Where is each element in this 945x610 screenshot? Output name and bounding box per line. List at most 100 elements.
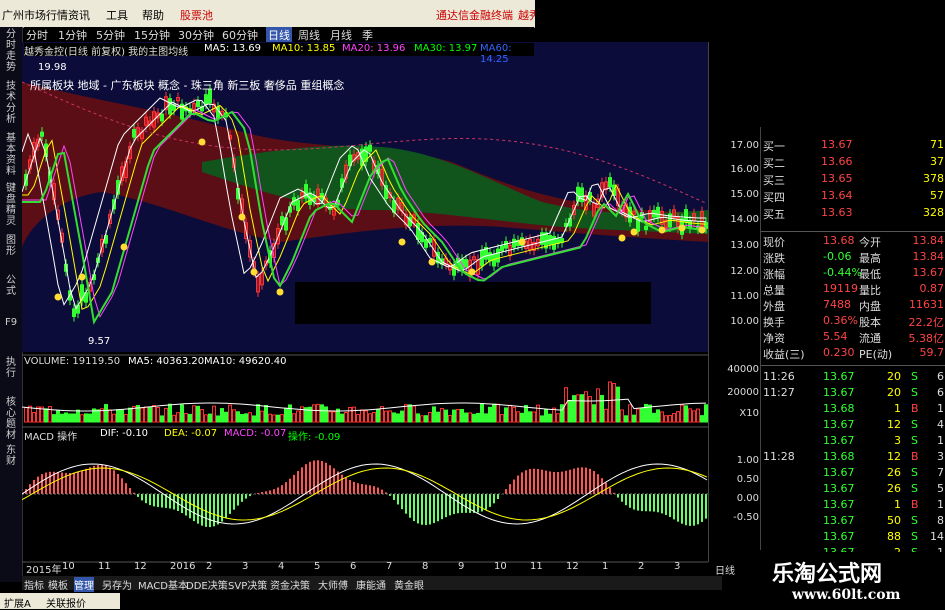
tab-f9[interactable]: F9: [2, 317, 20, 328]
macd-bar: [445, 494, 447, 517]
tab-execute[interactable]: 执行: [2, 357, 20, 379]
tab-capital[interactable]: 资金决策: [270, 577, 310, 592]
tick-row: 13.6788S14: [763, 529, 945, 545]
tab-basic-info[interactable]: 基本资料: [2, 133, 20, 177]
period-weekly[interactable]: 周线: [298, 27, 320, 43]
tab-template[interactable]: 模板: [48, 577, 68, 592]
tick-row: 11:2713.6720S6: [763, 385, 945, 401]
tab-svp[interactable]: SVP决策: [228, 577, 267, 592]
tab-indicator[interactable]: 指标: [24, 577, 44, 592]
period-quarterly[interactable]: 季: [362, 27, 373, 43]
menu-stock-pool[interactable]: 股票池: [180, 7, 213, 23]
stat-row: 总量19119量比0.87: [763, 281, 945, 297]
ma-title: 越秀金控(日线 前复权) 我的主图均线: [24, 43, 188, 58]
macd-bar: [365, 485, 367, 494]
stat-value: 5.38亿: [909, 330, 945, 346]
tab-related-quote[interactable]: 关联报价: [46, 595, 86, 610]
tab-core-topic[interactable]: 核心题材: [2, 397, 20, 441]
tab-graph[interactable]: 图形: [2, 235, 20, 257]
macd-bar: [149, 494, 151, 505]
volume-bar: [121, 410, 124, 422]
tab-master[interactable]: 大师傅: [318, 577, 348, 592]
volume-bar: [289, 405, 292, 422]
bid-row: 买二13.6637: [763, 154, 945, 170]
day-label[interactable]: 日线: [715, 562, 735, 577]
terminal-link[interactable]: 通达信金融终端: [436, 7, 513, 23]
tab-technical[interactable]: 技术分析: [2, 81, 20, 125]
tab-macd-basic[interactable]: MACD基本: [138, 577, 188, 592]
period-15min[interactable]: 15分钟: [134, 27, 170, 43]
candle-body: [197, 101, 200, 106]
volume-bar: [333, 412, 336, 422]
volume-bar: [525, 406, 528, 422]
period-5min[interactable]: 5分钟: [96, 27, 125, 43]
tab-dde[interactable]: DDE决策: [186, 577, 228, 592]
stat-value: 19119: [823, 282, 858, 295]
menu-market[interactable]: 广州市场行情: [2, 7, 68, 23]
tab-manage[interactable]: 管理: [74, 577, 94, 592]
tab-formula[interactable]: 公式: [2, 275, 20, 297]
volume-bar: [685, 406, 688, 422]
period-60min[interactable]: 60分钟: [222, 27, 258, 43]
tab-timeshare[interactable]: 分时走势: [2, 29, 20, 73]
volume-bar: [633, 415, 636, 422]
volume-bar: [253, 416, 256, 422]
period-30min[interactable]: 30分钟: [178, 27, 214, 43]
macd-bar: [661, 494, 663, 513]
tick-count: 8: [937, 514, 944, 527]
candle-body: [369, 145, 372, 151]
kline-chart[interactable]: [22, 42, 708, 572]
volume-bar: [485, 414, 488, 422]
volume-bar: [161, 416, 164, 422]
menu-tools[interactable]: 工具: [106, 7, 128, 23]
macd-bar: [485, 494, 487, 510]
macd-bar: [569, 470, 571, 494]
volume-bar: [557, 414, 560, 422]
tab-kangneng[interactable]: 康能通: [356, 577, 386, 592]
tick-count: 14: [930, 530, 944, 543]
period-monthly[interactable]: 月线: [330, 27, 352, 43]
stat-value: 22.2亿: [909, 314, 945, 330]
period-1min[interactable]: 1分钟: [58, 27, 87, 43]
volume-bar: [653, 413, 656, 422]
menu-help[interactable]: 帮助: [142, 7, 164, 23]
tab-golden-eye[interactable]: 黄金眼: [394, 577, 424, 592]
period-timeshare[interactable]: 分时: [26, 27, 48, 43]
volume-bar: [453, 410, 456, 422]
volume-bar: [417, 414, 420, 422]
volume-bar: [89, 414, 92, 422]
macd-bar: [169, 494, 171, 508]
date-tick: 11: [530, 561, 543, 572]
tick-count: 1: [937, 434, 944, 447]
signal-marker: [699, 227, 706, 234]
volume-bar: [489, 407, 492, 422]
stat-row: 收益(三)0.230PE(动)59.7: [763, 345, 945, 361]
tab-keyboard[interactable]: 键盘精灵: [2, 183, 20, 227]
date-tick: 10: [62, 561, 75, 572]
tick-count: 1: [937, 402, 944, 415]
macd-bar: [397, 494, 399, 504]
menu-news[interactable]: 资讯: [68, 7, 90, 23]
date-tick: 1: [602, 561, 608, 572]
volume-bar: [353, 407, 356, 422]
tick-volume: 1: [881, 498, 901, 511]
macd-bar: [505, 489, 507, 494]
macd-bar: [145, 494, 147, 503]
volume-bar: [201, 410, 204, 422]
stat-value: 11631: [909, 298, 944, 311]
volume-bar: [49, 407, 52, 422]
tab-save-as[interactable]: 另存为: [102, 577, 132, 592]
volume-bar: [249, 413, 252, 422]
volume-bar: [413, 406, 416, 422]
tab-extend-a[interactable]: 扩展A: [4, 595, 31, 610]
macd-bar: [41, 474, 43, 494]
volume-bar: [313, 405, 316, 422]
date-tick: 9: [458, 561, 464, 572]
macd-bar: [289, 479, 291, 494]
macd-bar: [69, 473, 71, 494]
stat-label: 今开: [859, 234, 881, 250]
tab-eastmoney[interactable]: 东财: [2, 445, 20, 467]
macd-bar: [301, 467, 303, 494]
period-daily[interactable]: 日线: [266, 27, 292, 43]
macd-bar: [513, 480, 515, 494]
